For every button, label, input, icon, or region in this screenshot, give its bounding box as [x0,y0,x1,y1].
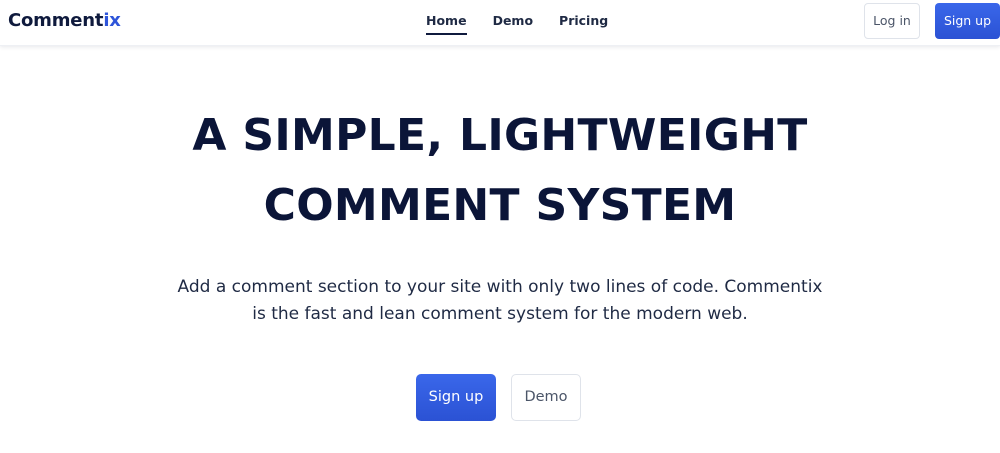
nav-link-demo[interactable]: Demo [493,13,533,35]
hero-title: A SIMPLE, LIGHTWEIGHT COMMENT SYSTEM [0,101,1000,241]
nav-link-pricing[interactable]: Pricing [559,13,608,35]
signup-button-nav[interactable]: Sign up [935,3,1000,39]
main-nav: Home Demo Pricing [426,13,608,35]
demo-button-hero[interactable]: Demo [511,374,581,421]
hero-subtitle-line-2: is the fast and lean comment system for … [252,304,748,324]
hero-subtitle: Add a comment section to your site with … [0,274,1000,328]
signup-button-hero[interactable]: Sign up [416,374,496,421]
logo-text-main: Comment [8,10,104,31]
hero-subtitle-line-1: Add a comment section to your site with … [177,277,823,297]
hero-title-line-2: COMMENT SYSTEM [263,180,737,231]
nav-link-home[interactable]: Home [426,13,467,35]
login-button[interactable]: Log in [864,3,920,39]
logo[interactable]: Commentix [8,10,121,32]
top-navbar: Commentix Home Demo Pricing Log in Sign … [0,0,1000,46]
hero-title-line-1: A SIMPLE, LIGHTWEIGHT [192,110,808,161]
logo-text-accent: ix [103,10,121,31]
